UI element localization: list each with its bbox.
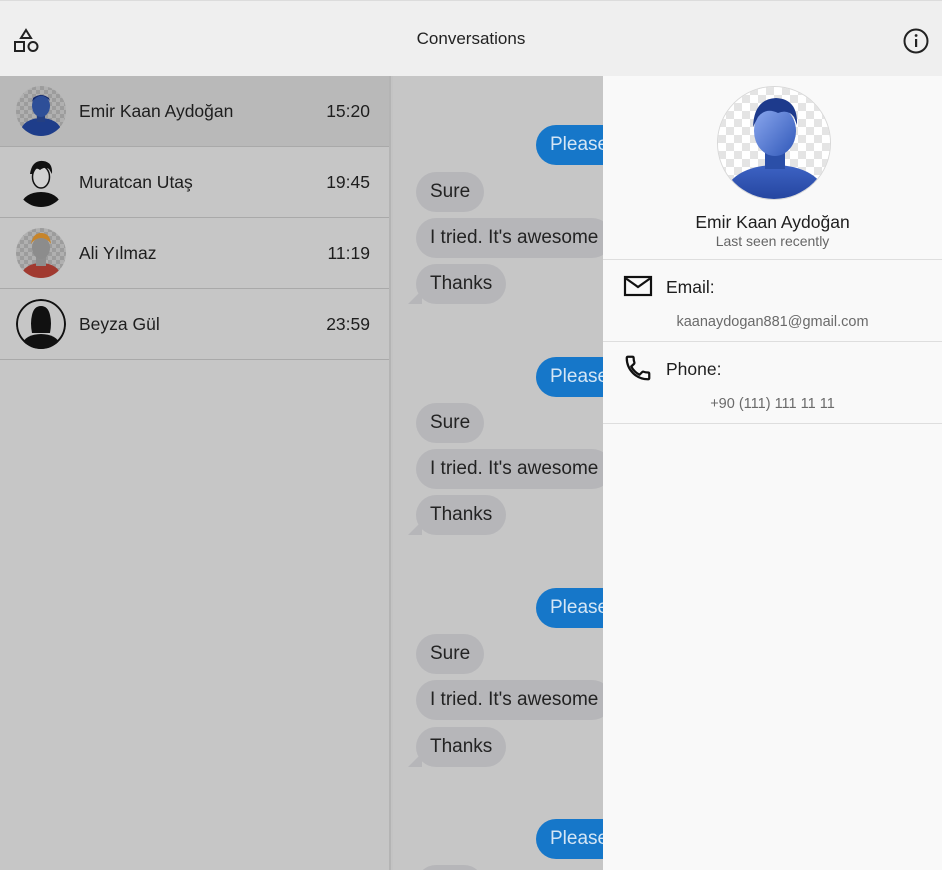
phone-label: Phone: [666,359,722,379]
message-bubble-outgoing[interactable]: Please [536,819,603,859]
message-bubble-incoming[interactable]: Sure [416,865,485,870]
avatar [16,157,66,207]
avatar [16,86,66,136]
message-bubble-incoming[interactable]: I tried. It's awesome [416,449,603,489]
conversation-name: Emir Kaan Aydoğan [79,101,234,121]
contact-status: Last seen recently [715,233,830,249]
conversation-item[interactable]: Emir Kaan Aydoğan 15:20 [0,76,389,147]
divider [603,423,942,424]
email-value[interactable]: kaanaydogan881@gmail.com [603,314,942,330]
conversation-item[interactable]: Beyza Gül 23:59 [0,289,389,360]
message-bubble-incoming[interactable]: Thanks [416,727,507,767]
avatar [717,86,831,200]
avatar [16,228,66,278]
conversation-time: 15:20 [326,101,370,121]
divider [603,341,942,342]
message-bubble-outgoing[interactable]: Please [536,357,603,397]
message-bubble-incoming[interactable]: I tried. It's awesome [416,680,603,720]
message-bubble-incoming[interactable]: Thanks [416,495,507,535]
conversation-name: Beyza Gül [79,314,160,334]
page-title: Conversations [416,29,526,48]
message-bubble-incoming[interactable]: Sure [416,403,485,443]
contact-name: Emir Kaan Aydoğan [695,212,850,232]
avatar [16,299,66,349]
divider [603,259,942,260]
email-label: Email: [666,277,715,297]
conversation-item[interactable]: Ali Yılmaz 11:19 [0,218,389,289]
message-bubble-outgoing[interactable]: Please [536,125,603,165]
message-bubble-incoming[interactable]: Sure [416,634,485,674]
conversation-time: 23:59 [326,314,370,334]
conversation-time: 11:19 [327,243,371,263]
message-bubble-incoming[interactable]: I tried. It's awesome [416,218,603,258]
mail-icon [623,271,653,301]
conversation-name: Ali Yılmaz [79,243,157,263]
info-icon[interactable] [902,27,930,55]
conversation-item[interactable]: Muratcan Utaş 19:45 [0,147,389,218]
phone-value[interactable]: +90 (111) 111 11 11 [603,396,942,412]
conversation-name: Muratcan Utaş [79,172,193,192]
chat-area: Please Sure I tried. It's awesome Thanks… [393,76,603,870]
message-bubble-incoming[interactable]: Sure [416,172,485,212]
phone-icon [623,353,653,383]
contact-info-drawer: Emir Kaan Aydoğan Last seen recently Ema… [603,76,942,870]
conversation-time: 19:45 [326,172,370,192]
message-bubble-incoming[interactable]: Thanks [416,264,507,304]
message-bubble-outgoing[interactable]: Please [536,588,603,628]
conversation-list: Emir Kaan Aydoğan 15:20 Muratcan Utaş 19… [0,76,391,870]
app-bar: Conversations [0,0,942,76]
